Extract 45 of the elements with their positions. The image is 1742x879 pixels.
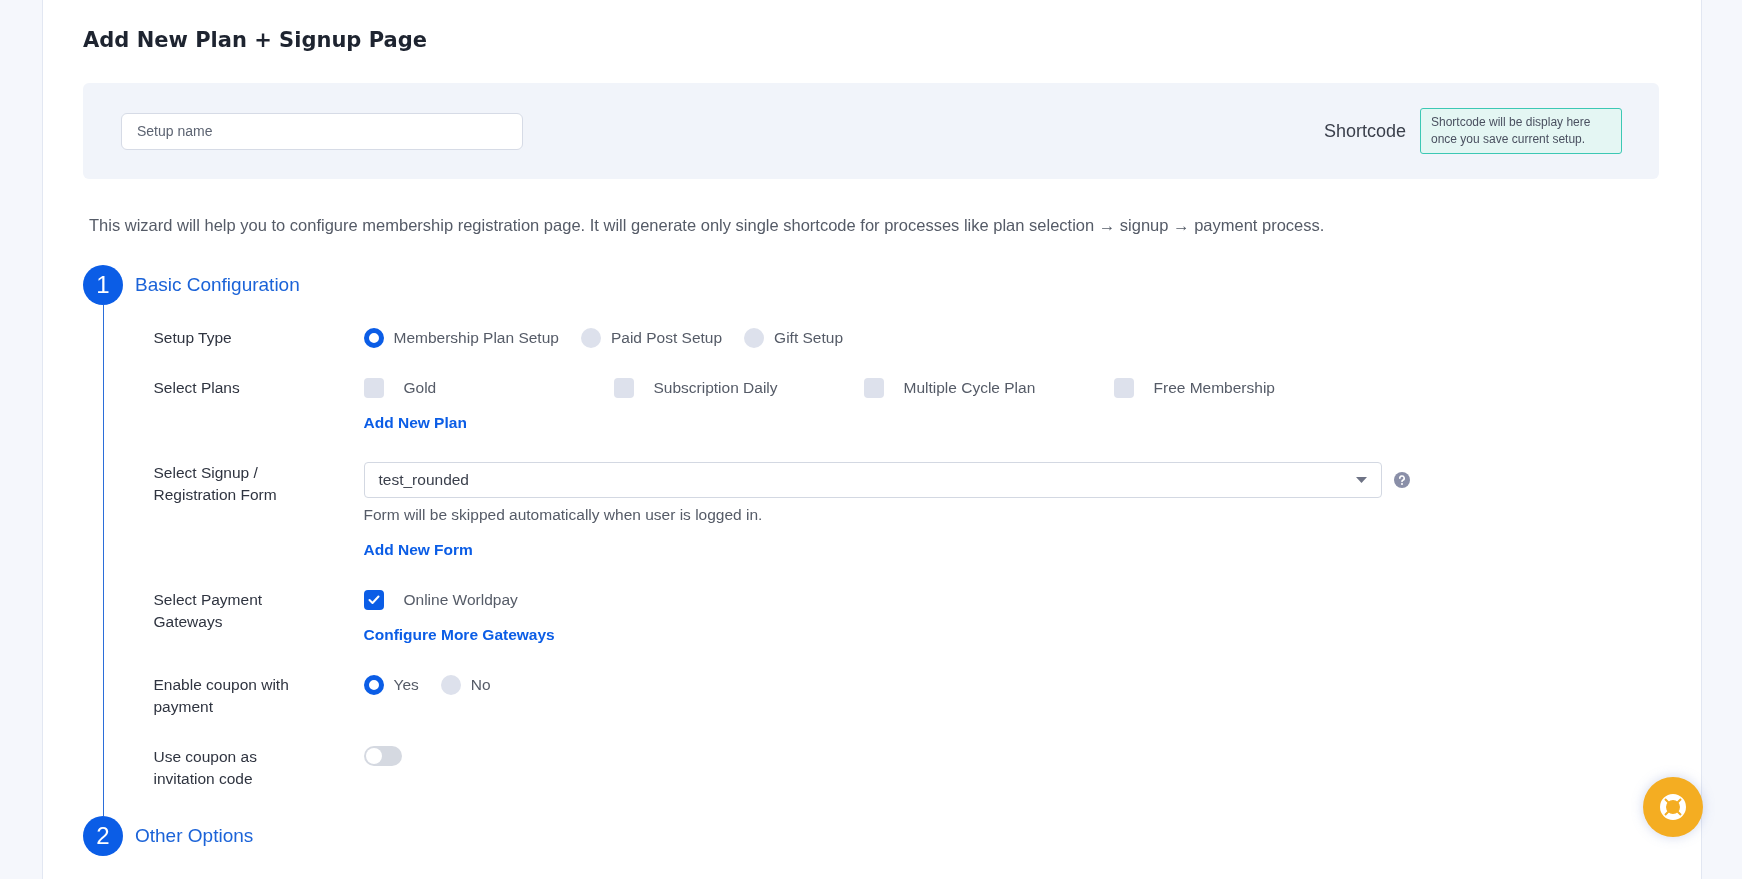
field-label: Select Payment Gateways [153,590,264,632]
option-label: Subscription Daily [653,378,778,398]
step-title: Basic Configuration [135,274,300,296]
checkbox[interactable] [1113,378,1134,398]
option-label: Multiple Cycle Plan [903,378,1036,398]
hint-text: Form will be skipped automatically when user is logged in. [363,505,764,525]
caret-icon [1355,477,1367,483]
add-link[interactable]: Configure More Gateways [363,624,555,646]
add-link[interactable]: Add New Plan [363,412,467,434]
shortcode-label: Shortcode [1323,120,1406,142]
toggle-switch[interactable] [363,746,402,766]
radio-button[interactable] [363,675,384,695]
option-label: Free Membership [1153,378,1275,398]
setup-name-field[interactable]: Setup name [121,112,523,150]
field-label: Use coupon as invitation code [153,747,258,789]
step-number: 2 [83,816,123,856]
option-label: No [470,675,491,695]
radio-button[interactable] [440,675,461,695]
checkbox[interactable] [363,378,384,398]
help-icon[interactable] [1393,472,1410,488]
check-icon [367,595,380,605]
step-title: Other Options [135,825,254,847]
page-title: Add New Plan + Signup Page [83,27,428,54]
option-label: Online Worldpay [403,590,518,610]
field-label: Enable coupon with payment [153,675,290,717]
option-label: Yes [393,675,419,695]
field-label: Select Plans [153,378,241,398]
field-label: Select Signup / Registration Form [153,463,278,505]
option-label: Gold [403,378,437,398]
step-number: 1 [83,265,123,305]
option-label: Gift Setup [774,328,844,348]
option-label: Paid Post Setup [610,328,723,348]
radio-button[interactable] [744,328,765,348]
checkbox[interactable] [363,590,384,610]
checkbox[interactable] [863,378,884,398]
form-dropdown[interactable]: test_rounded [363,462,1382,498]
option-label: Membership Plan Setup [393,328,559,348]
shortcode-note: Shortcode will be display here once you save current setup. [1420,108,1622,154]
add-link[interactable]: Add New Form [363,539,473,561]
checkbox[interactable] [613,378,634,398]
radio-button[interactable] [363,328,384,348]
lifebuoy-icon [1659,793,1687,821]
field-label: Setup Type [153,328,233,348]
description-text: This wizard will help you to configure membership registration page. It will generate only single shortcode for processes like plan selection → signup → payment process. [89,215,1326,235]
radio-button[interactable] [580,328,601,348]
